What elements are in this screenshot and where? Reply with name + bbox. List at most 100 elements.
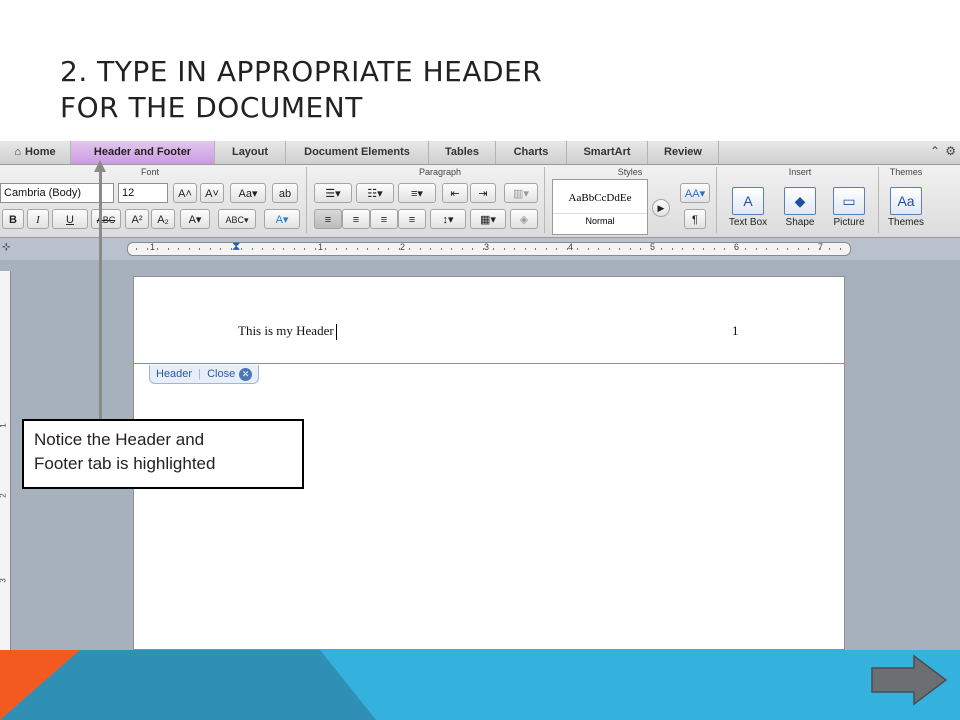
grow-font-button[interactable]: A˄ (173, 183, 197, 203)
picture-button[interactable]: ▭ Picture (826, 187, 872, 228)
footer-band (0, 650, 960, 720)
close-icon[interactable]: ✕ (239, 367, 253, 381)
ruler-tick (671, 248, 673, 250)
ruler-tick (692, 248, 694, 250)
strikethrough-button[interactable]: ABC (91, 209, 121, 229)
tab-review-label: Review (664, 146, 702, 158)
ruler-tick (419, 248, 421, 250)
ruler-tick (209, 248, 211, 250)
font-size-field[interactable]: 12 (118, 183, 168, 203)
horizontal-ruler[interactable]: 1 1 2 3 4 5 6 7 ⧗ (127, 239, 851, 256)
tag-divider: | (198, 368, 201, 380)
justify-button[interactable]: ≡ (398, 209, 426, 229)
next-slide-button[interactable] (868, 654, 948, 706)
ruler-tick (661, 248, 662, 250)
tab-tables[interactable]: Tables (429, 141, 496, 164)
close-header-label[interactable]: Close (207, 368, 235, 380)
ruler-tick (377, 248, 379, 250)
bullets-button[interactable]: ☰▾ (314, 183, 352, 203)
ruler-tick (524, 248, 526, 250)
ribbon-tab-bar: ⌂ Home Header and Footer Layout Document … (0, 141, 960, 165)
ruler-number: 2 (400, 242, 406, 252)
ruler-tick (787, 248, 788, 250)
style-gallery-next-button[interactable]: ▶ (652, 199, 670, 217)
page-number: 1 (732, 323, 739, 338)
clear-formatting-button[interactable]: ab (272, 183, 298, 203)
vertical-ruler-number: 3 (0, 578, 8, 582)
subscript-button[interactable]: A₂ (151, 209, 175, 229)
ruler-tick (713, 248, 715, 250)
ruler-tick (818, 248, 820, 250)
font-color-button[interactable]: A▾ (180, 209, 210, 229)
tab-header-and-footer[interactable]: Header and Footer (71, 141, 215, 164)
ruler-number: 7 (818, 242, 824, 252)
numbering-button[interactable]: ☷▾ (356, 183, 394, 203)
borders-button[interactable]: ▦▾ (470, 209, 506, 229)
ruler-tick (146, 248, 148, 250)
ruler-tick (682, 248, 683, 250)
change-case-button[interactable]: Aa▾ (230, 183, 266, 203)
group-label-themes: Themes (889, 167, 923, 177)
ruler-tick (451, 248, 452, 250)
gear-icon[interactable]: ⚙ (945, 144, 956, 158)
next-arrow-icon (871, 654, 948, 706)
ruler-tick (409, 248, 410, 250)
superscript-button[interactable]: A² (125, 209, 149, 229)
indent-marker-icon[interactable]: ⧗ (232, 239, 240, 254)
ruler-tick (388, 248, 389, 250)
style-gallery[interactable]: AaBbCcDdEe Normal (552, 179, 648, 235)
shrink-font-button[interactable]: A˅ (200, 183, 224, 203)
tab-home[interactable]: ⌂ Home (0, 141, 71, 164)
group-label-font: Font (140, 167, 159, 177)
highlight-button[interactable]: ABC▾ (218, 209, 256, 229)
vertical-ruler-number: 2 (0, 493, 8, 497)
tab-document-elements[interactable]: Document Elements (286, 141, 429, 164)
header-tag[interactable]: Header | Close ✕ (149, 365, 260, 384)
text-box-button[interactable]: A Text Box (722, 187, 774, 228)
decrease-indent-button[interactable]: ⇤ (442, 183, 468, 203)
align-left-button[interactable]: ≡ (314, 209, 342, 229)
shading-button[interactable]: ◈ (510, 209, 538, 229)
tab-smartart[interactable]: SmartArt (567, 141, 648, 164)
vertical-ruler[interactable]: 1 2 3 (0, 271, 11, 650)
italic-button[interactable]: I (27, 209, 49, 229)
text-styles-button[interactable]: AA▾ (680, 183, 710, 203)
text-effects-button[interactable]: A▾ (264, 209, 300, 229)
tab-layout[interactable]: Layout (215, 141, 286, 164)
ruler-tick (157, 248, 158, 250)
shape-button[interactable]: ◆ Shape (778, 187, 822, 228)
collapse-ribbon-icon[interactable]: ⌃ (930, 144, 940, 158)
align-right-button[interactable]: ≡ (370, 209, 398, 229)
ruler-tick (325, 248, 326, 250)
line-spacing-button[interactable]: ↕▾ (430, 209, 466, 229)
tab-review[interactable]: Review (648, 141, 719, 164)
align-center-button[interactable]: ≡ (342, 209, 370, 229)
ruler-tick (283, 248, 284, 250)
ruler-tick (262, 248, 263, 250)
group-label-insert: Insert (788, 167, 812, 177)
ruler-tick (293, 248, 295, 250)
increase-indent-button[interactable]: ⇥ (470, 183, 496, 203)
tab-charts[interactable]: Charts (496, 141, 567, 164)
header-text: This is my Header (238, 323, 334, 338)
ruler-tick (220, 248, 221, 250)
ruler-tick (766, 248, 767, 250)
font-name-field[interactable]: Cambria (Body) (0, 183, 114, 203)
ruler-tick (839, 248, 841, 250)
ruler-tick (335, 248, 337, 250)
ruler-tick (493, 248, 494, 250)
tab-stop-icon[interactable]: ⊹ (2, 242, 10, 253)
ruler-tick (314, 248, 316, 250)
ruler-tick (755, 248, 757, 250)
bold-button[interactable]: B (2, 209, 24, 229)
callout-arrow-line (99, 168, 102, 420)
multilevel-list-button[interactable]: ≡▾ (398, 183, 436, 203)
styles-pane-button[interactable]: ¶ (684, 209, 706, 229)
themes-button[interactable]: Aa Themes (884, 187, 928, 228)
columns-button[interactable]: ▥▾ (504, 183, 538, 203)
header-text-area[interactable]: This is my Header (238, 323, 337, 341)
group-label-styles: Styles (617, 167, 643, 177)
slide-title-line-2: FOR THE DOCUMENT (60, 91, 363, 124)
tab-smartart-label: SmartArt (583, 146, 631, 158)
underline-button[interactable]: U (52, 209, 88, 229)
